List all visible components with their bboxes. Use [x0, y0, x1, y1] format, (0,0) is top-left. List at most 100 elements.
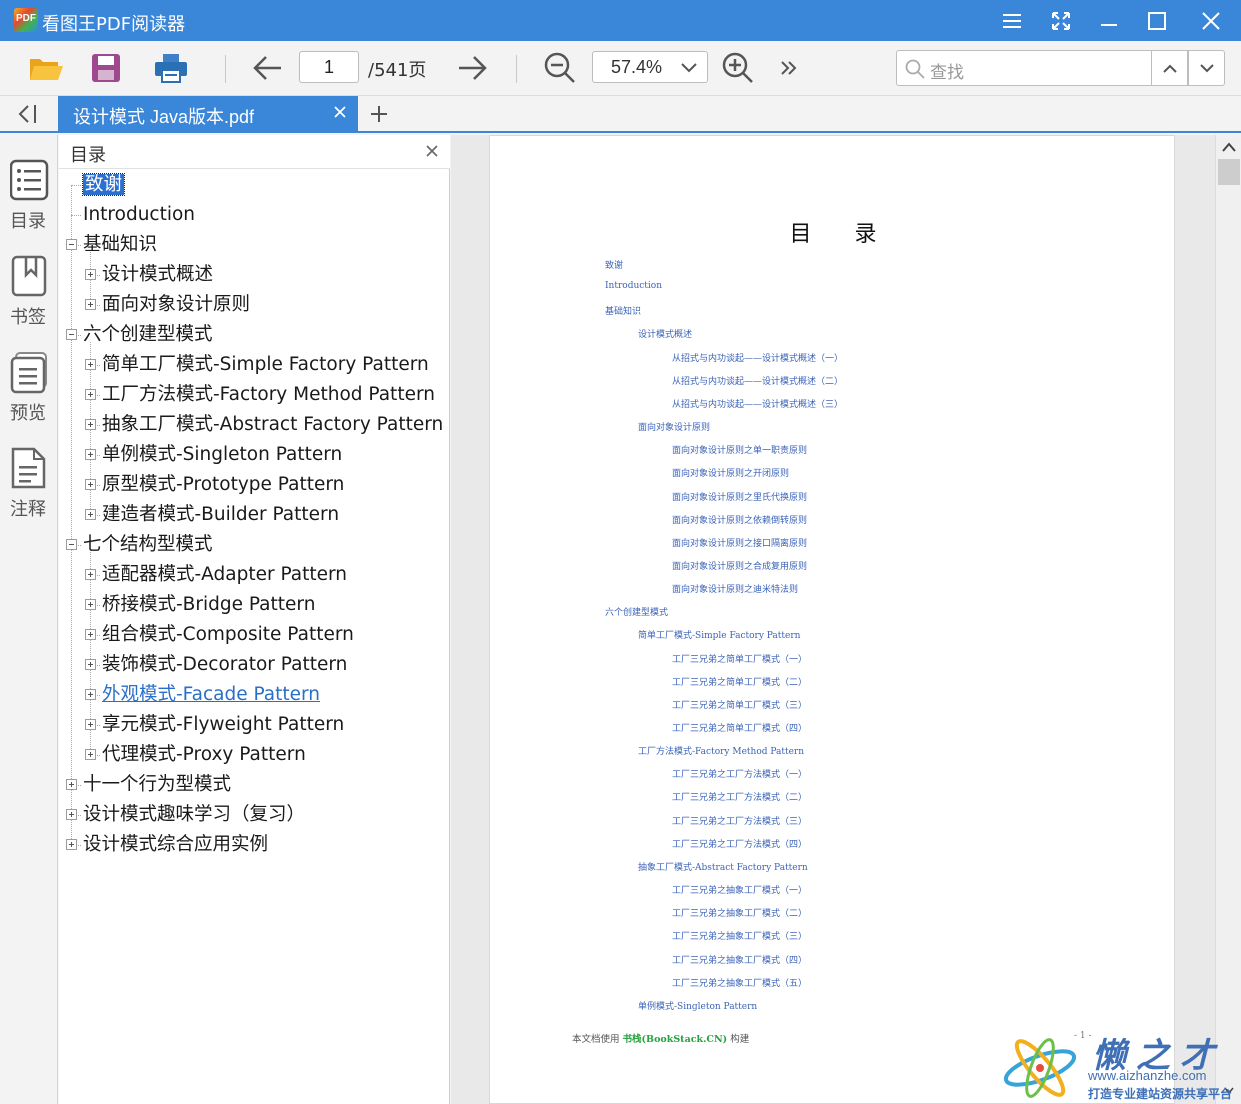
outline-item-singleton[interactable]: 单例模式-Singleton Pattern [102, 440, 342, 470]
toc-entry[interactable]: 工厂三兄弟之简单工厂模式（一） [672, 652, 807, 665]
toc-entry[interactable]: 面向对象设计原则之单一职责原则 [672, 443, 807, 456]
expand-icon[interactable] [85, 389, 96, 400]
toc-entry[interactable]: 从招式与内功谈起——设计模式概述（二） [672, 374, 843, 387]
menu-button[interactable] [988, 0, 1036, 41]
previous-page-button[interactable] [250, 53, 286, 83]
toc-entry[interactable]: 工厂三兄弟之抽象工厂模式（二） [672, 906, 807, 919]
toc-entry[interactable]: 致谢 [605, 258, 623, 271]
toc-entry[interactable]: 工厂三兄弟之抽象工厂模式（三） [672, 929, 807, 942]
rail-item-outline[interactable]: 目录 [0, 159, 58, 239]
zoom-select[interactable]: 57.4% [592, 51, 708, 83]
expand-icon[interactable] [85, 689, 96, 700]
toc-entry[interactable]: 面向对象设计原则之开闭原则 [672, 466, 789, 479]
outline-item-fun-review[interactable]: 设计模式趣味学习（复习） [83, 800, 305, 830]
toc-entry[interactable]: 面向对象设计原则之依赖倒转原则 [672, 513, 807, 526]
expand-icon[interactable] [85, 299, 96, 310]
next-page-button[interactable] [454, 53, 490, 83]
expand-icon[interactable] [85, 419, 96, 430]
toc-entry[interactable]: 工厂三兄弟之工厂方法模式（一） [672, 767, 807, 780]
outline-item-behavioral[interactable]: 十一个行为型模式 [83, 770, 231, 800]
save-button[interactable] [88, 51, 124, 85]
outline-item-decorator[interactable]: 装饰模式-Decorator Pattern [102, 650, 347, 680]
outline-item-flyweight[interactable]: 享元模式-Flyweight Pattern [102, 710, 344, 740]
toc-entry[interactable]: 工厂三兄弟之工厂方法模式（四） [672, 837, 807, 850]
expand-icon[interactable] [85, 599, 96, 610]
close-tab-icon[interactable] [332, 104, 348, 120]
zoom-in-button[interactable] [720, 51, 756, 85]
toc-entry[interactable]: Introduction [605, 281, 662, 291]
outline-item-builder[interactable]: 建造者模式-Builder Pattern [102, 500, 339, 530]
rail-item-annotations[interactable]: 注释 [0, 447, 58, 527]
scroll-up-icon[interactable] [1222, 142, 1236, 152]
expand-icon[interactable] [66, 779, 77, 790]
page-number-input[interactable]: 1 [299, 51, 359, 83]
toc-entry[interactable]: 面向对象设计原则之迪米特法则 [672, 582, 798, 595]
search-previous-button[interactable] [1151, 50, 1188, 86]
outline-item-examples[interactable]: 设计模式综合应用实例 [83, 830, 268, 860]
collapse-sidebar-button[interactable] [16, 104, 40, 124]
scroll-thumb[interactable] [1218, 159, 1240, 185]
toc-entry[interactable]: 面向对象设计原则之合成复用原则 [672, 559, 807, 572]
outline-item-bridge[interactable]: 桥接模式-Bridge Pattern [102, 590, 315, 620]
expand-icon[interactable] [85, 269, 96, 280]
outline-item-proxy[interactable]: 代理模式-Proxy Pattern [102, 740, 306, 770]
outline-item-prototype[interactable]: 原型模式-Prototype Pattern [102, 470, 344, 500]
outline-item-basics[interactable]: 基础知识 [83, 230, 157, 260]
expand-icon[interactable] [85, 719, 96, 730]
toc-entry[interactable]: 简单工厂模式-Simple Factory Pattern [638, 628, 800, 641]
expand-icon[interactable] [85, 479, 96, 490]
toc-entry[interactable]: 工厂三兄弟之抽象工厂模式（五） [672, 976, 807, 989]
expand-icon[interactable] [85, 659, 96, 670]
expand-icon[interactable] [85, 629, 96, 640]
print-button[interactable] [151, 51, 191, 85]
rail-item-preview[interactable]: 预览 [0, 351, 58, 431]
open-file-button[interactable] [26, 51, 66, 85]
toc-entry[interactable]: 基础知识 [605, 304, 641, 317]
toc-entry[interactable]: 面向对象设计原则 [638, 420, 710, 433]
new-tab-button[interactable] [369, 104, 389, 124]
outline-item-structural[interactable]: 七个结构型模式 [83, 530, 213, 560]
rail-item-bookmarks[interactable]: 书签 [0, 255, 58, 335]
outline-item-factory-method[interactable]: 工厂方法模式-Factory Method Pattern [102, 380, 435, 410]
toc-entry[interactable]: 工厂三兄弟之简单工厂模式（三） [672, 698, 807, 711]
outline-item-facade[interactable]: 外观模式-Facade Pattern [102, 680, 320, 710]
expand-icon[interactable] [85, 509, 96, 520]
outline-item-simple-factory[interactable]: 简单工厂模式-Simple Factory Pattern [102, 350, 429, 380]
collapse-icon[interactable] [66, 329, 77, 340]
outline-item-abstract-factory[interactable]: 抽象工厂模式-Abstract Factory Pattern [102, 410, 443, 440]
outline-item-adapter[interactable]: 适配器模式-Adapter Pattern [102, 560, 347, 590]
search-input[interactable]: 查找 [896, 50, 1152, 86]
toc-entry[interactable]: 工厂三兄弟之工厂方法模式（二） [672, 790, 807, 803]
search-next-button[interactable] [1188, 50, 1225, 86]
toc-entry[interactable]: 从招式与内功谈起——设计模式概述（三） [672, 397, 843, 410]
collapse-icon[interactable] [66, 239, 77, 250]
expand-icon[interactable] [85, 449, 96, 460]
outline-item-creational[interactable]: 六个创建型模式 [83, 320, 213, 350]
expand-icon[interactable] [66, 839, 77, 850]
toc-entry[interactable]: 从招式与内功谈起——设计模式概述（一） [672, 351, 843, 364]
toc-entry[interactable]: 面向对象设计原则之里氏代换原则 [672, 490, 807, 503]
document-view[interactable]: 目 录 致谢 Introduction 基础知识 设计模式概述 从招式与内功谈起——设计… [451, 135, 1215, 1104]
close-panel-icon[interactable] [425, 144, 439, 158]
minimize-button[interactable] [1085, 0, 1133, 41]
toc-entry[interactable]: 工厂方法模式-Factory Method Pattern [638, 744, 804, 757]
expand-icon[interactable] [66, 809, 77, 820]
toc-entry[interactable]: 抽象工厂模式-Abstract Factory Pattern [638, 860, 808, 873]
more-tools-button[interactable] [776, 55, 802, 81]
expand-icon[interactable] [85, 569, 96, 580]
collapse-icon[interactable] [66, 539, 77, 550]
fullscreen-button[interactable] [1037, 0, 1085, 41]
outline-item-oo-principles[interactable]: 面向对象设计原则 [102, 290, 250, 320]
maximize-button[interactable] [1133, 0, 1181, 41]
outline-item-composite[interactable]: 组合模式-Composite Pattern [102, 620, 354, 650]
toc-entry[interactable]: 工厂三兄弟之抽象工厂模式（一） [672, 883, 807, 896]
outline-item-introduction[interactable]: Introduction [83, 200, 195, 230]
toc-entry[interactable]: 工厂三兄弟之简单工厂模式（四） [672, 721, 807, 734]
outline-item-overview[interactable]: 设计模式概述 [102, 260, 213, 290]
toc-entry[interactable]: 面向对象设计原则之接口隔离原则 [672, 536, 807, 549]
toc-entry[interactable]: 工厂三兄弟之抽象工厂模式（四） [672, 953, 807, 966]
toc-entry[interactable]: 工厂三兄弟之简单工厂模式（二） [672, 675, 807, 688]
expand-icon[interactable] [85, 359, 96, 370]
toc-entry[interactable]: 六个创建型模式 [605, 605, 668, 618]
outline-item-acknowledgements[interactable]: 致谢 [81, 170, 126, 200]
